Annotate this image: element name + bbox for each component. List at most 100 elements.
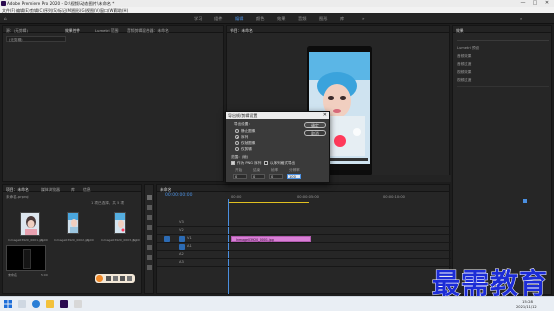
pen-tool-icon[interactable] [147, 245, 152, 250]
export-frame-dialog: 导出帧/剪辑设置 ✕ 导出设置： 静止图像 序列 仅帧图像 仅剪辑 确定 取消 … [225, 111, 330, 183]
checkbox-sequence-format[interactable] [264, 161, 268, 165]
start-icon[interactable] [4, 300, 12, 308]
tool-icon-2[interactable] [113, 276, 118, 281]
app-badge-icon[interactable] [96, 275, 103, 282]
project-thumb-1[interactable] [20, 212, 40, 236]
project-item-dur-1: 5:00 [41, 238, 48, 242]
ok-button[interactable]: 确定 [304, 122, 326, 128]
selection-tool-icon[interactable] [147, 195, 152, 200]
home-icon[interactable]: ⌂ [4, 16, 7, 21]
workspace-editing[interactable]: 编辑 [235, 16, 243, 22]
tab-program[interactable]: 节目：未命名 [230, 28, 253, 34]
minimize-button[interactable]: — [518, 0, 528, 7]
ruler-mid: 00:00:05:00 [297, 195, 319, 199]
effects-folder-5[interactable]: 视频过渡 [457, 78, 471, 83]
dialog-close-button[interactable]: ✕ [323, 112, 327, 118]
file-explorer-icon[interactable] [46, 300, 54, 308]
tool-icon-1[interactable] [106, 276, 111, 281]
track-label-a2: A2 [179, 252, 184, 256]
edge-browser-icon[interactable] [32, 300, 40, 308]
timeline-timecode[interactable]: 00:00:00:00 [165, 193, 192, 198]
field-end-input[interactable]: 0 [251, 174, 265, 179]
search-icon[interactable]: ⌕ [520, 16, 522, 21]
field-rate-input[interactable]: 0 [269, 174, 283, 179]
project-thumb-2[interactable] [67, 212, 79, 234]
workspace-color[interactable]: 颜色 [256, 16, 264, 22]
close-window-button[interactable]: ✕ [542, 0, 552, 7]
option-radio-2[interactable] [235, 135, 239, 139]
tab-audio-mixer[interactable]: 音频剪辑混合器：未命名 [127, 28, 169, 34]
field-end-value: 0 [253, 175, 256, 179]
windows-logo-icon [4, 300, 12, 308]
tab-sequence[interactable]: 未命名 [160, 187, 171, 193]
workspace-assembly[interactable]: 组件 [214, 16, 222, 22]
tab-effects[interactable]: 效果 [456, 28, 464, 34]
maximize-button[interactable]: □ [530, 0, 540, 7]
source-panel-tabs: 源：(无剪辑) 效果控件 Lumetri 范围 音频剪辑混合器：未命名 [3, 26, 223, 33]
program-panel-tabs: 节目：未命名 [227, 26, 449, 33]
tool-icon-4[interactable] [127, 276, 132, 281]
more-workspaces-icon[interactable]: » [362, 16, 365, 21]
track-a2: A2 [157, 251, 451, 259]
workspace-bar: ⌂ 学习 组件 编辑 颜色 效果 音频 图形 库 » ⌕ [0, 13, 554, 24]
option-radio-4[interactable] [235, 147, 239, 151]
type-tool-icon[interactable] [147, 265, 152, 270]
effects-panel: 效果 Lumetri 预设 音频效果 音频过渡 视频效果 视频过渡 [452, 25, 552, 295]
source-clip-selector[interactable]: (无剪辑) [6, 36, 66, 42]
dialog-section-label: 导出设置： [234, 122, 252, 126]
tab-effect-controls[interactable]: 效果控件 [65, 28, 80, 34]
track-target-a1[interactable] [179, 244, 185, 250]
workspace-effects[interactable]: 效果 [277, 16, 285, 22]
field-label-4: 分辨率 [289, 168, 300, 172]
premiere-taskbar-icon[interactable] [60, 300, 68, 308]
tab-source[interactable]: 源：(无剪辑) [6, 28, 28, 34]
razor-tool-icon[interactable] [147, 225, 152, 230]
option-radio-3[interactable] [235, 141, 239, 145]
track-label-v1: V1 [187, 236, 192, 240]
field-start-input[interactable]: 0 [233, 174, 247, 179]
track-v1: V1 Inmage03920_0001.jpg [157, 235, 451, 243]
slip-tool-icon[interactable] [147, 235, 152, 240]
thumb-image-3 [115, 213, 125, 233]
project-item-dur-4: 5:00 [41, 273, 48, 277]
taskbar-date: 2021/11/12 [516, 304, 537, 309]
divider [457, 40, 549, 41]
effects-folder-2[interactable]: 音频效果 [457, 54, 471, 59]
tab-media-browser[interactable]: 媒体浏览器 [41, 187, 60, 193]
workspace-libraries[interactable]: 库 [340, 16, 344, 22]
thumb-image-1 [21, 213, 39, 235]
track-v3: V3 [157, 219, 451, 227]
effects-list-area [457, 86, 549, 186]
hand-tool-icon[interactable] [147, 255, 152, 260]
project-filename: 未命名.prproj [6, 195, 29, 199]
workspace-learning[interactable]: 学习 [194, 16, 202, 22]
option-radio-1[interactable] [235, 129, 239, 133]
checkbox-png-sequence[interactable] [231, 161, 235, 165]
effects-folder-4[interactable]: 视频效果 [457, 70, 471, 75]
track-select-tool-icon[interactable] [147, 205, 152, 210]
field-label-2: 结束 [253, 168, 261, 172]
tab-lumetri-scopes[interactable]: Lumetri 范围 [95, 28, 118, 34]
effects-folder-1[interactable]: Lumetri 预设 [457, 46, 479, 51]
field-resolution-input[interactable]: 100 [287, 174, 301, 179]
project-thumb-3[interactable] [114, 212, 126, 234]
tool-icon-3[interactable] [120, 276, 125, 281]
project-thumb-sequence[interactable] [6, 245, 46, 271]
workspace-audio[interactable]: 音频 [298, 16, 306, 22]
keyframe-marker[interactable] [523, 199, 527, 203]
cancel-button[interactable]: 取消 [304, 130, 326, 136]
tab-info[interactable]: 信息 [83, 187, 91, 193]
track-target-v1[interactable] [179, 236, 185, 242]
app-taskbar-icon[interactable] [74, 300, 82, 308]
work-area-bar[interactable] [229, 202, 309, 203]
tab-libraries[interactable]: 库 [71, 187, 75, 193]
source-patch-v1[interactable] [164, 236, 170, 242]
field-label-3: 帧率 [271, 168, 279, 172]
task-view-icon[interactable] [18, 300, 26, 308]
ruler-end: 00:00:10:00 [383, 195, 405, 199]
ripple-edit-tool-icon[interactable] [147, 215, 152, 220]
timeline-clip[interactable]: Inmage03920_0001.jpg [231, 236, 311, 242]
tab-project[interactable]: 项目：未命名 [6, 187, 29, 193]
workspace-graphics[interactable]: 图形 [319, 16, 327, 22]
effects-folder-3[interactable]: 音频过渡 [457, 62, 471, 67]
